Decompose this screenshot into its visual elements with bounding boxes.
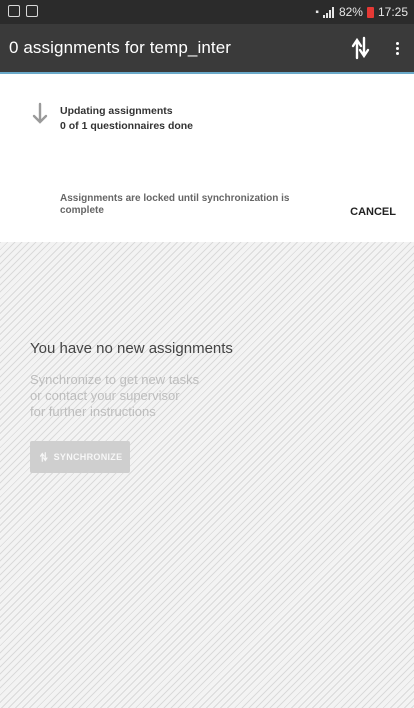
status-bar-notifications (8, 5, 38, 17)
locked-message: Assignments are locked until synchroniza… (60, 193, 290, 216)
gallery-notification-icon (26, 5, 38, 17)
image-notification-icon (8, 5, 20, 17)
status-bar-indicators: ▪ 82% 17:25 (315, 5, 408, 19)
download-arrow-icon (32, 102, 48, 124)
signal-icon (322, 6, 335, 18)
empty-state-hint: Synchronize to get new tasks or contact … (30, 372, 199, 420)
synchronize-button-label: SYNCHRONIZE (53, 452, 123, 462)
battery-percentage: 82% (338, 5, 363, 19)
hint-line: or contact your supervisor (30, 388, 180, 403)
app-bar: 0 assignments for temp_inter (0, 24, 414, 74)
more-vert-icon[interactable] (390, 34, 406, 62)
sync-progress-panel: Updating assignments 0 of 1 questionnair… (0, 74, 414, 243)
assignments-content-area: You have no new assignments Synchronize … (0, 242, 414, 708)
synchronize-button[interactable]: SYNCHRONIZE (30, 441, 130, 473)
sync-arrows-icon[interactable] (348, 34, 374, 62)
nfc-icon: ▪ (315, 6, 319, 18)
sync-arrows-icon (39, 452, 48, 462)
sync-status-title: Updating assignments (60, 105, 173, 117)
empty-state-title: You have no new assignments (30, 340, 233, 357)
hint-line: Synchronize to get new tasks (30, 372, 200, 387)
page-title: 0 assignments for temp_inter (9, 38, 232, 57)
status-bar: ▪ 82% 17:25 (0, 0, 414, 24)
cancel-button[interactable]: CANCEL (350, 206, 396, 218)
battery-icon (366, 6, 374, 18)
hint-line: for further instructions (30, 404, 156, 419)
sync-status-progress: 0 of 1 questionnaires done (60, 120, 194, 132)
clock: 17:25 (377, 5, 408, 19)
